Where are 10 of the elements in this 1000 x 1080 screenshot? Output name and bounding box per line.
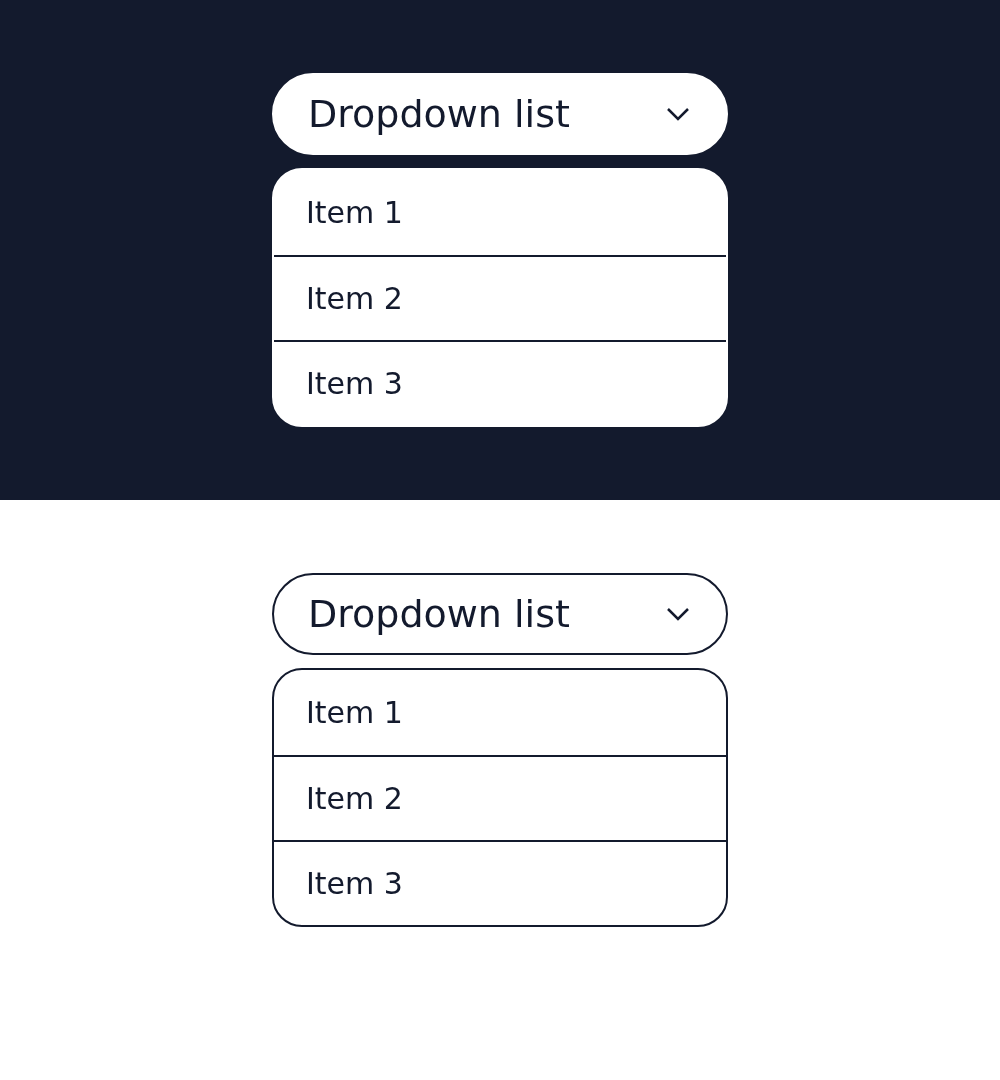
menu-item[interactable]: Item 1 [274, 170, 726, 255]
menu-item[interactable]: Item 2 [274, 255, 726, 340]
chevron-icon [666, 607, 690, 621]
dropdown-field[interactable]: Dropdown list [272, 573, 728, 655]
menu-item[interactable]: Item 3 [274, 340, 726, 425]
dropdown-field[interactable]: Dropdown list [272, 73, 728, 155]
menu-item[interactable]: Item 3 [274, 840, 726, 925]
chevron-icon [666, 107, 690, 121]
menu-item[interactable]: Item 2 [274, 755, 726, 840]
menu-item[interactable]: Item 1 [274, 670, 726, 755]
